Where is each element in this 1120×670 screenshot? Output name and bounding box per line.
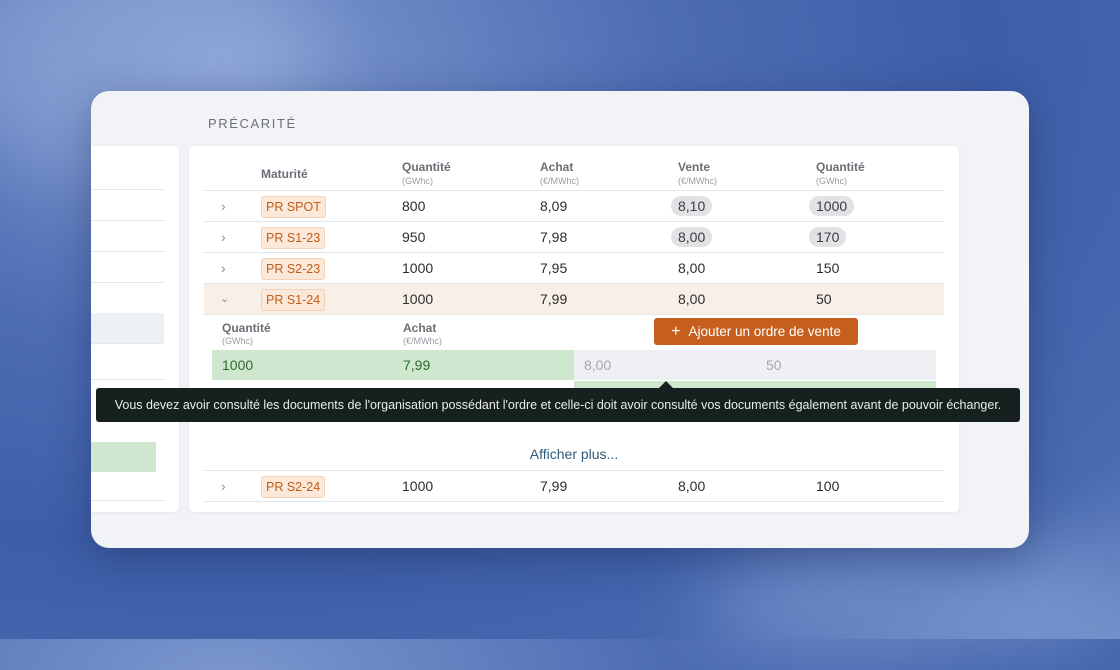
order-header-qty-unit: (GWhc) [222,336,253,346]
table-row[interactable]: › PR SPOT 800 8,09 8,10 1000 [204,191,944,222]
qty-buy-cell: 950 [402,229,426,245]
sell-price-cell: 8,00 [678,291,706,307]
table-row[interactable]: › PR S1-23 950 7,98 8,00 170 [204,222,944,253]
maturity-tag: PR S1-24 [261,289,326,311]
maturity-tag: PR SPOT [261,196,326,218]
maturity-tag: PR S1-23 [261,227,326,249]
divider [91,500,164,501]
add-sell-order-button[interactable]: + Ajouter un ordre de vente [654,318,858,345]
show-more-link[interactable]: Afficher plus... [189,446,959,462]
left-panel [91,146,179,512]
qty-buy-cell: 1000 [402,478,434,494]
qty-buy-cell: 1000 [402,291,434,307]
qty-sell-cell: 50 [816,291,832,307]
sell-price-cell: 8,00 [678,478,706,494]
maturity-tag: PR S2-23 [261,258,326,280]
sell-price-pill[interactable]: 8,00 [671,227,713,247]
buy-price-cell: 7,99 [540,291,568,307]
qty-sell-pill[interactable]: 1000 [809,196,855,216]
left-panel-row-selected[interactable] [91,313,164,343]
qty-sell-cell: 100 [816,478,840,494]
market-table-panel: Maturité Quantité (GWhc) Achat (€/MWhc) … [189,146,959,512]
plus-icon: + [671,323,681,340]
divider [91,189,164,190]
tooltip-arrow [659,381,673,388]
buy-price-cell: 8,09 [540,198,568,214]
tooltip: Vous devez avoir consulté les documents … [96,388,1020,422]
divider [91,343,164,344]
left-panel-row-highlight[interactable] [91,442,156,472]
divider [91,379,164,380]
qty-sell-pill[interactable]: 170 [809,227,847,247]
order-header-buy-unit: (€/MWhc) [403,336,442,346]
divider [91,282,164,283]
add-sell-order-label: Ajouter un ordre de vente [688,324,841,339]
order-qty-sell: 50 [766,357,782,373]
table-row-expanded[interactable]: ⌄ PR S1-24 1000 7,99 8,00 50 [204,284,944,315]
chevron-down-icon[interactable]: ⌄ [220,284,229,314]
maturity-tag: PR S2-24 [261,476,326,498]
precarite-card: PRÉCARITÉ Maturité Quantité (GWhc) Achat… [91,91,1029,548]
sell-order-row[interactable]: 8,00 50 [574,350,936,380]
buy-price-cell: 7,95 [540,260,568,276]
header-divider [204,160,944,191]
chevron-right-icon[interactable]: › [221,191,226,221]
qty-sell-cell: 150 [816,260,840,276]
order-header-buy: Achat [403,321,437,335]
order-buy-price: 7,99 [403,357,431,373]
divider [91,220,164,221]
buy-price-cell: 7,98 [540,229,568,245]
divider [91,251,164,252]
buy-order-row[interactable]: 1000 7,99 [212,350,574,380]
order-sell-price: 8,00 [584,357,612,373]
chevron-right-icon[interactable]: › [221,253,226,283]
chevron-right-icon[interactable]: › [221,471,226,501]
sell-price-cell: 8,00 [678,260,706,276]
section-title: PRÉCARITÉ [208,116,297,131]
order-qty-buy: 1000 [222,357,254,373]
order-header-qty: Quantité [222,321,271,335]
chevron-right-icon[interactable]: › [221,222,226,252]
table-row[interactable]: › PR S2-23 1000 7,95 8,00 150 [204,253,944,284]
qty-buy-cell: 800 [402,198,426,214]
sell-price-pill[interactable]: 8,10 [671,196,713,216]
table-row[interactable]: › PR S2-24 1000 7,99 8,00 100 [204,471,944,502]
qty-buy-cell: 1000 [402,260,434,276]
buy-price-cell: 7,99 [540,478,568,494]
